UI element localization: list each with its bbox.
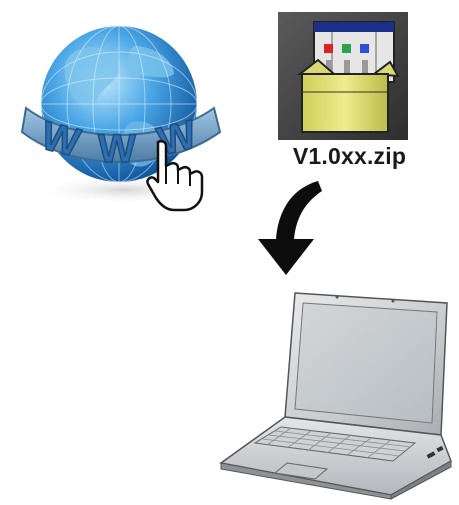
laptop-icon [215, 285, 455, 500]
www-globe-illustration: W W W [14, 12, 224, 212]
zip-archive-icon [278, 12, 408, 140]
globe-icon: W W W [20, 25, 222, 212]
www-letter-2: W [98, 127, 136, 171]
zip-file-name: V1.0xx.zip [292, 143, 407, 169]
curved-down-arrow-icon [250, 175, 330, 280]
